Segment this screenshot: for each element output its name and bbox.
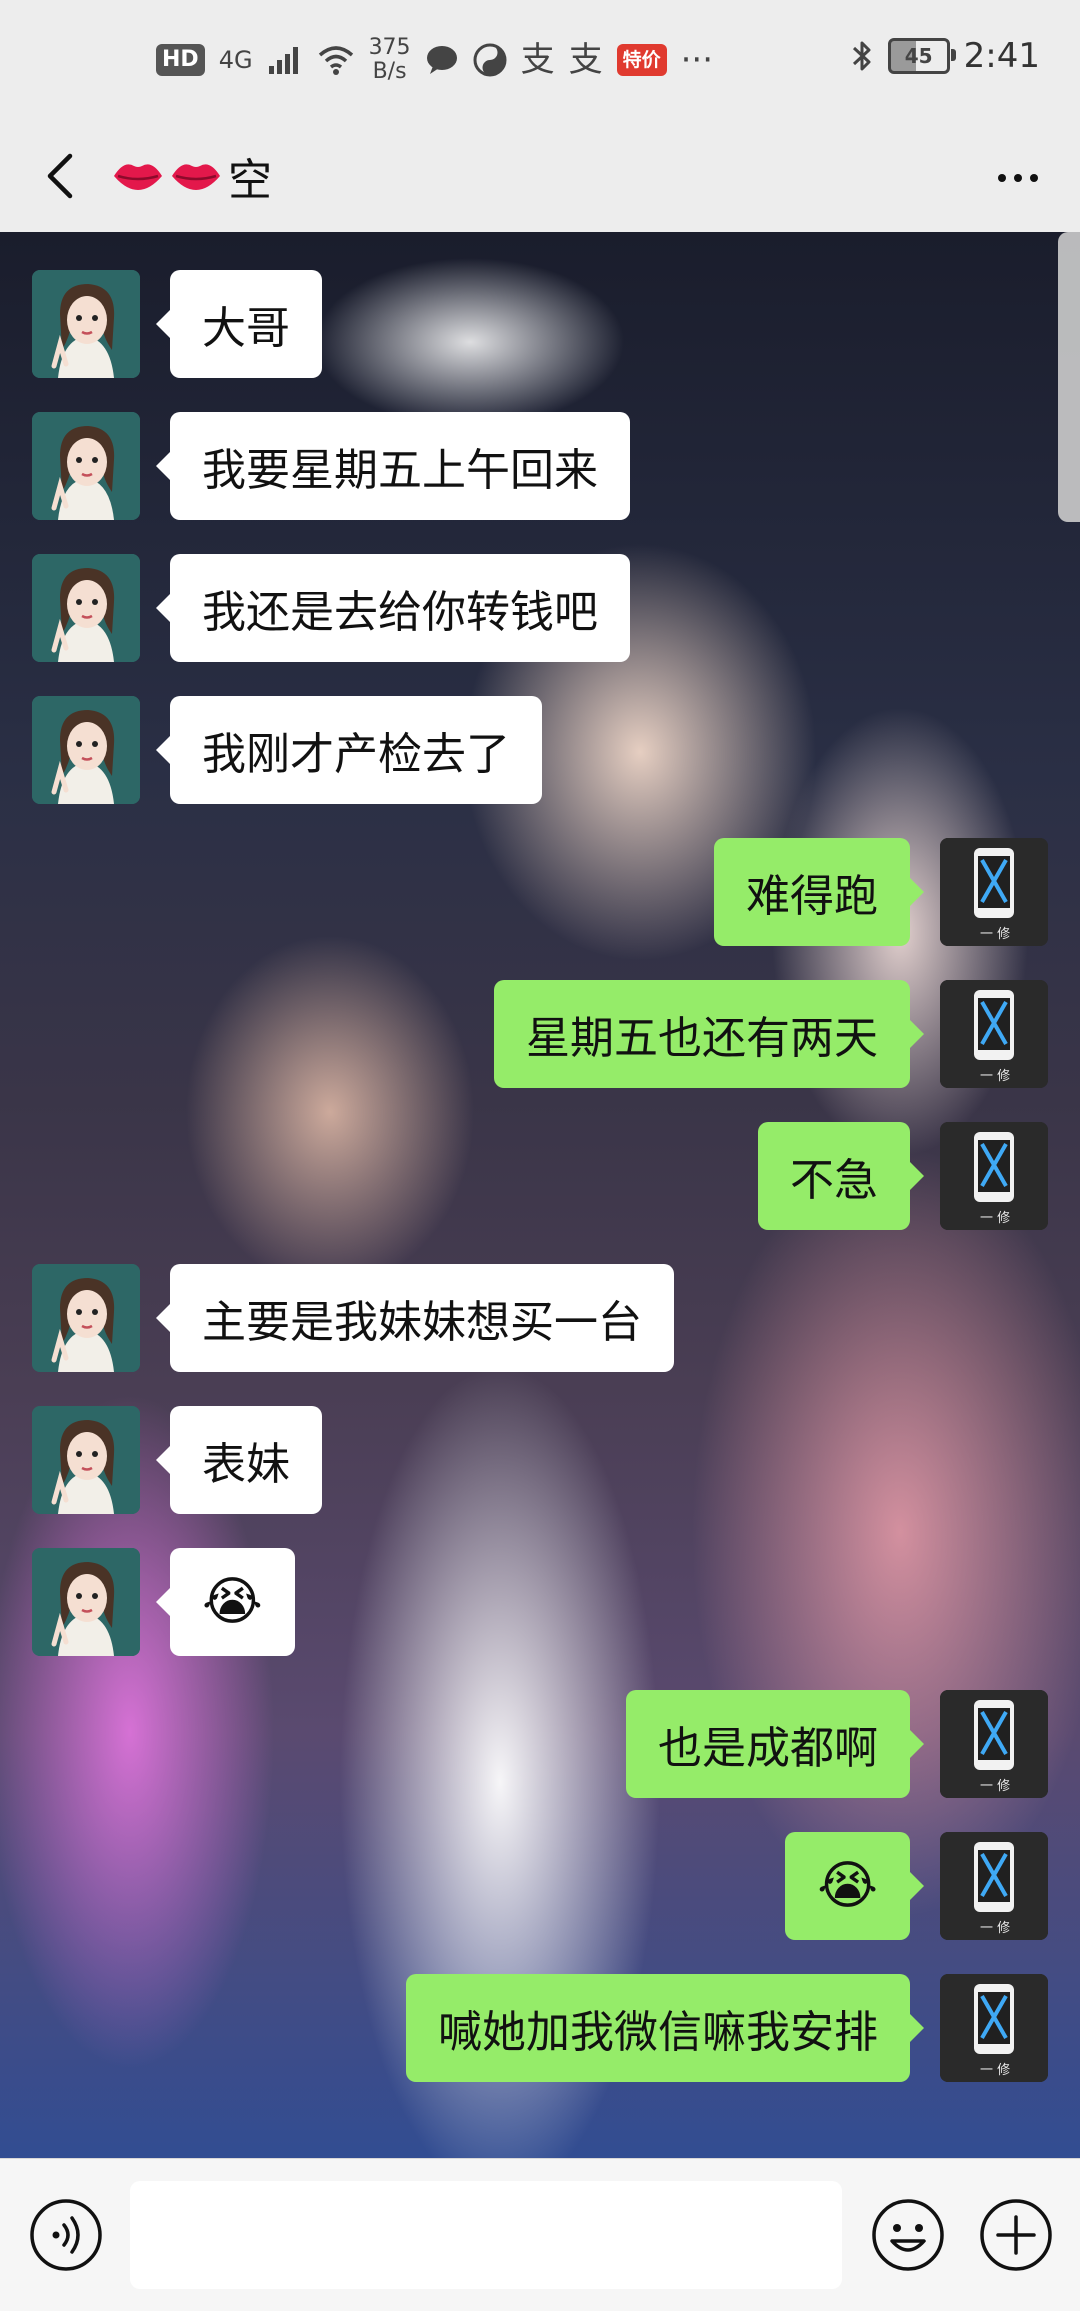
scrollbar[interactable] [1058,232,1080,522]
incoming-message-bubble[interactable]: 我要星期五上午回来 [156,412,630,520]
speed-unit: B/s [372,59,407,84]
message-row: 我要星期五上午回来 [32,412,630,520]
my-avatar[interactable]: 一 修 [940,1690,1048,1798]
my-avatar[interactable]: 一 修 [940,980,1048,1088]
incoming-message-bubble[interactable]: 我刚才产检去了 [156,696,542,804]
contact-avatar[interactable] [32,1264,140,1372]
message-row: 一 修 难得跑 [714,838,1048,946]
status-bar: HD 4G 375 B/s 支 支 特价 ··· 45 2:41 [0,0,1080,124]
message-input[interactable] [130,2181,842,2289]
message-row: 大哥 [32,270,322,378]
contact-avatar[interactable] [32,270,140,378]
chat-header: 空 [0,124,1080,232]
battery-level: 45 [904,44,933,68]
status-right-icons: 45 2:41 [850,36,1040,76]
svg-text:一 修: 一 修 [980,1211,1010,1226]
back-arrow-icon[interactable] [30,144,94,208]
input-bar [0,2158,1080,2311]
bluetooth-icon [852,41,871,71]
incoming-message-bubble[interactable]: 大哥 [156,270,322,378]
alipay-icon-2: 支 [568,40,603,80]
svg-text:一 修: 一 修 [980,1779,1010,1794]
taiji-icon [473,43,507,77]
svg-text:一 修: 一 修 [980,1921,1010,1936]
contact-avatar[interactable] [32,554,140,662]
status-left-icons: HD 4G 375 B/s 支 支 特价 ··· [156,36,713,84]
message-row: 我还是去给你转钱吧 [32,554,630,662]
message-bubble-icon [426,46,457,74]
incoming-message-bubble[interactable]: 表妹 [156,1406,322,1514]
contact-avatar[interactable] [32,412,140,520]
hd-badge: HD [156,44,205,76]
my-avatar[interactable]: 一 修 [940,838,1048,946]
incoming-message-bubble[interactable]: 😭 [156,1548,295,1656]
outgoing-message-bubble[interactable]: 喊她加我微信嘛我安排 [406,1974,924,2082]
svg-text:一 修: 一 修 [980,927,1010,942]
message-row: 我刚才产检去了 [32,696,542,804]
network-speed: 375 B/s [369,36,411,84]
my-avatar[interactable]: 一 修 [940,1832,1048,1940]
speed-value: 375 [368,35,411,60]
chat-title: 空 [112,144,272,208]
message-row: 一 修 不急 [758,1122,1048,1230]
add-more-icon[interactable] [978,2197,1054,2273]
battery-icon: 45 [887,38,956,74]
message-row: 一 修 喊她加我微信嘛我安排 [406,1974,1048,2082]
svg-text:一 修: 一 修 [980,2063,1010,2078]
signal-icon [268,47,298,74]
message-row: 一 修 也是成都啊 [626,1690,1048,1798]
voice-input-icon[interactable] [28,2197,104,2273]
svg-text:一 修: 一 修 [980,1069,1010,1084]
sale-app-icon: 特价 [616,44,667,76]
outgoing-message-bubble[interactable]: 难得跑 [714,838,924,946]
more-options-icon[interactable] [986,152,1050,204]
more-notifications-icon: ··· [680,40,714,80]
message-row: 主要是我妹妹想买一台 [32,1264,674,1372]
contact-avatar[interactable] [32,1548,140,1656]
outgoing-message-bubble[interactable]: 星期五也还有两天 [494,980,924,1088]
message-row: 一 修 星期五也还有两天 [494,980,1048,1088]
outgoing-message-bubble[interactable]: 😭 [785,1832,924,1940]
emoji-icon[interactable] [870,2197,946,2273]
chat-message-list[interactable]: 大哥 我要星期五上午回来 我还是去给你转钱吧 我刚才产检去了一 修难得跑一 修星期五也… [0,232,1080,2158]
contact-avatar[interactable] [32,696,140,804]
network-label: 4G [218,46,253,74]
message-row: 表妹 [32,1406,322,1514]
my-avatar[interactable]: 一 修 [940,1122,1048,1230]
contact-name: 空 [228,155,272,206]
my-avatar[interactable]: 一 修 [940,1974,1048,2082]
contact-avatar[interactable] [32,1406,140,1514]
message-row: 一 修 😭 [785,1832,1048,1940]
wifi-icon [318,46,353,75]
lips-icon-2 [172,164,220,190]
alipay-icon: 支 [520,40,555,80]
incoming-message-bubble[interactable]: 我还是去给你转钱吧 [156,554,630,662]
lips-icon [114,164,162,190]
clock: 2:41 [963,36,1040,76]
outgoing-message-bubble[interactable]: 不急 [758,1122,924,1230]
outgoing-message-bubble[interactable]: 也是成都啊 [626,1690,924,1798]
incoming-message-bubble[interactable]: 主要是我妹妹想买一台 [156,1264,674,1372]
message-row: 😭 [32,1548,295,1656]
